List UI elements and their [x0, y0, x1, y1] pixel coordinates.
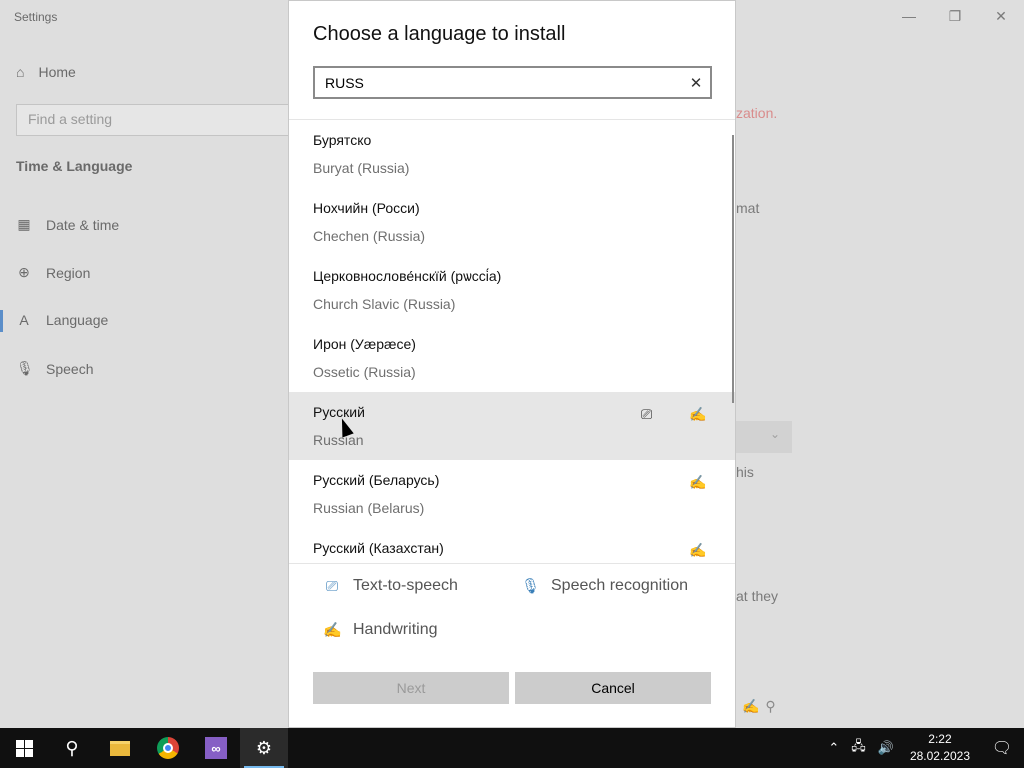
cancel-button[interactable]: Cancel	[515, 672, 711, 704]
handwriting-icon: ✍	[689, 474, 707, 490]
language-install-dialog: Choose a language to install ✕ Бурятско …	[288, 0, 736, 728]
text-to-speech-icon: ⎚	[641, 406, 653, 422]
clock[interactable]: 2:22 28.02.2023	[900, 731, 980, 765]
divider	[289, 563, 735, 564]
next-button[interactable]: Next	[313, 672, 509, 704]
calendar-icon: ▦	[17, 216, 31, 232]
search-button[interactable]: ⚲	[48, 728, 96, 768]
background-feature-icons: ✍⚲	[742, 698, 782, 714]
language-english-name: Russian (Belarus)	[313, 500, 425, 516]
language-list: Бурятско Buryat (Russia) Нохчийн (Росси)…	[289, 120, 735, 562]
sidebar-item-label: Date & time	[46, 216, 120, 233]
list-scrollbar[interactable]	[732, 135, 734, 403]
visual-studio-button[interactable]: ∞	[192, 728, 240, 768]
sidebar-item-region[interactable]: ⊕ Region	[16, 264, 90, 281]
sidebar-item-label: Speech	[46, 360, 94, 377]
taskbar: ⚲ ∞ ⚙ ⌃ 🖧 🔊 2:22 28.02.2023 🗨	[0, 728, 1024, 768]
language-row[interactable]: Русский (Казахстан) ✍	[289, 528, 735, 562]
background-text: zation.	[736, 105, 778, 121]
file-explorer-button[interactable]	[96, 728, 144, 768]
sidebar-item-language[interactable]: A Language	[16, 312, 108, 328]
handwriting-icon: ✍	[323, 622, 342, 639]
microphone-icon: 🎙	[16, 360, 34, 376]
network-icon[interactable]: 🖧	[845, 737, 872, 759]
legend-text-to-speech: ⎚ Text-to-speech	[323, 577, 458, 595]
background-text: at they	[736, 588, 779, 604]
gear-icon: ⚙	[255, 737, 273, 758]
language-row[interactable]: Ирон (Уæрæсе) Ossetic (Russia)	[289, 324, 735, 392]
background-text: mat	[736, 200, 760, 216]
clock-date: 28.02.2023	[909, 749, 970, 763]
language-native-name: Церковнослове́нскїй (рѡссі́а)	[313, 268, 502, 284]
language-english-name: Russian	[313, 432, 364, 448]
background-text: his	[736, 464, 754, 480]
language-english-name: Chechen (Russia)	[313, 228, 426, 244]
clear-icon[interactable]: ✕	[682, 68, 710, 97]
legend-label: Handwriting	[353, 621, 438, 638]
language-row[interactable]: Нохчийн (Росси) Chechen (Russia)	[289, 188, 735, 256]
search-icon: ⚲	[65, 737, 79, 758]
sidebar-item-label: Region	[46, 264, 91, 281]
language-native-name: Бурятско	[313, 132, 372, 148]
chrome-icon	[157, 737, 179, 759]
section-title: Time & Language	[16, 158, 133, 174]
language-native-name: Русский (Казахстан)	[313, 540, 444, 556]
active-indicator	[0, 310, 3, 332]
language-search-box: ✕	[313, 66, 712, 99]
language-native-name: Русский	[313, 404, 365, 420]
text-to-speech-icon: ⎚	[325, 577, 338, 595]
sidebar-item-date-time[interactable]: ▦ Date & time	[16, 216, 119, 233]
legend-handwriting: ✍ Handwriting	[323, 621, 437, 639]
language-search-input[interactable]	[315, 68, 682, 97]
settings-taskbar-button[interactable]: ⚙	[240, 728, 288, 768]
sidebar-item-label: Language	[46, 312, 109, 328]
minimize-button[interactable]: —	[886, 0, 932, 32]
volume-icon[interactable]: 🔊	[872, 740, 900, 756]
legend-label: Speech recognition	[551, 577, 688, 594]
language-row[interactable]: Русский Russian ⎚ ✍	[289, 392, 735, 460]
language-row[interactable]: Бурятско Buryat (Russia)	[289, 120, 735, 188]
clock-time: 2:22	[928, 732, 952, 746]
close-button[interactable]: ✕	[978, 0, 1024, 32]
language-row[interactable]: Церковнослове́нскїй (рѡссі́а) Church Sla…	[289, 256, 735, 324]
folder-icon	[110, 740, 130, 756]
window-title: Settings	[14, 10, 58, 24]
language-icon: A	[19, 312, 29, 328]
language-english-name: Buryat (Russia)	[313, 160, 410, 176]
language-english-name: Church Slavic (Russia)	[313, 296, 456, 312]
background-dropdown: ⌄	[736, 421, 792, 453]
handwriting-icon: ✍	[689, 542, 707, 558]
sidebar-home-label: Home	[38, 64, 76, 80]
language-english-name: Ossetic (Russia)	[313, 364, 416, 380]
language-row[interactable]: Русский (Беларусь) Russian (Belarus) ✍	[289, 460, 735, 528]
sidebar-item-speech[interactable]: 🎙 Speech	[16, 360, 93, 377]
chrome-button[interactable]	[144, 728, 192, 768]
language-native-name: Русский (Беларусь)	[313, 472, 440, 488]
legend-speech-recognition: 🎙 Speech recognition	[521, 577, 688, 595]
legend-label: Text-to-speech	[353, 577, 458, 594]
notification-icon[interactable]: 🗨	[980, 738, 1024, 758]
chevron-up-icon[interactable]: ⌃	[822, 740, 845, 756]
restore-button[interactable]: ❐	[932, 0, 978, 32]
find-setting-input[interactable]: Find a setting	[16, 104, 292, 136]
system-tray: ⌃ 🖧 🔊 2:22 28.02.2023 🗨	[822, 728, 1024, 768]
microphone-icon: 🎙	[521, 578, 541, 595]
home-icon: ⌂	[16, 64, 25, 80]
windows-logo-icon	[15, 739, 33, 757]
language-native-name: Нохчийн (Росси)	[313, 200, 420, 216]
window-controls: — ❐ ✕	[886, 0, 1024, 32]
start-button[interactable]	[0, 728, 48, 768]
sidebar-home[interactable]: ⌂ Home	[16, 64, 76, 80]
globe-icon: ⊕	[18, 264, 30, 280]
visual-studio-icon: ∞	[205, 737, 227, 759]
handwriting-icon: ✍	[689, 406, 707, 422]
language-native-name: Ирон (Уæрæсе)	[313, 336, 416, 352]
dialog-title: Choose a language to install	[313, 23, 566, 45]
